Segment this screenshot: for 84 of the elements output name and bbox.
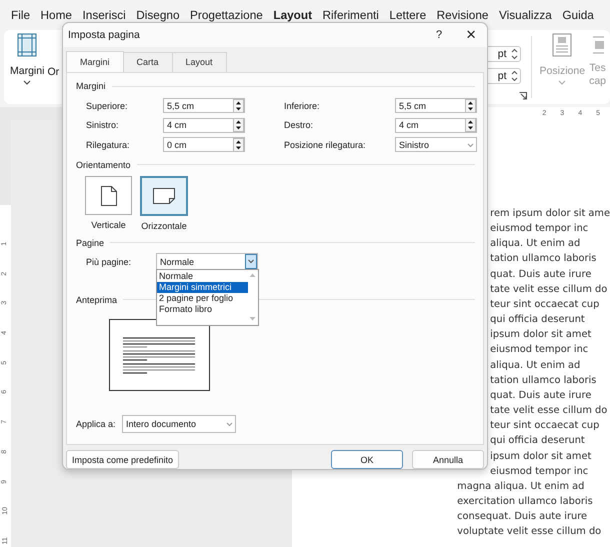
- document-text-line: eiusmod tempor inc: [490, 222, 588, 236]
- dialog-tab[interactable]: Layout: [172, 52, 227, 72]
- field-label: Applica a:: [76, 419, 117, 430]
- section-title: Anteprima: [76, 294, 118, 305]
- document-text-line: eiusmod tempor inc: [490, 343, 588, 358]
- menu-tab[interactable]: Riferimenti: [322, 8, 379, 22]
- menu-tab[interactable]: Revisione: [436, 8, 488, 22]
- spin-field[interactable]: 5,5 cm: [163, 98, 245, 113]
- field-label: Sinistro:: [86, 120, 120, 130]
- document-text-line: magna aliqua. Ut enim ad: [457, 480, 584, 494]
- orientation-option[interactable]: [140, 176, 188, 216]
- dropdown-option[interactable]: Formato libro: [157, 304, 248, 314]
- dropdown-field[interactable]: Normale: [156, 253, 258, 270]
- field-label: Più pagine:: [86, 256, 132, 268]
- menu-tab[interactable]: Inserisci: [82, 8, 126, 22]
- spinner-icon: [510, 48, 518, 60]
- spinner-icon[interactable]: [465, 98, 476, 112]
- menu-tab[interactable]: Visualizza: [498, 8, 552, 22]
- orientation-button[interactable]: Or: [47, 66, 60, 78]
- document-text-line: aliqua. Ut enim ad: [490, 237, 580, 252]
- menu-tab[interactable]: Home: [40, 8, 72, 22]
- document-text-line: ipsum dolor sit amet: [490, 328, 592, 342]
- document-text-line: tate velit esse cillum do: [490, 404, 608, 418]
- document-text-line: quat. Duis aute irure: [490, 388, 592, 403]
- dropdown-option[interactable]: 2 pagine per foglio: [157, 292, 248, 304]
- menu-tab[interactable]: Layout: [273, 8, 312, 22]
- margins-icon: [17, 33, 38, 57]
- orientation-option[interactable]: [85, 176, 132, 216]
- document-text-line: ipsum dolor sit amet: [490, 450, 592, 464]
- section-title: Pagine: [76, 238, 104, 248]
- close-button[interactable]: ×: [466, 24, 476, 45]
- menu-tab[interactable]: File: [11, 8, 30, 22]
- chevron-icon: [558, 80, 566, 85]
- dialog-button[interactable]: Annulla: [412, 450, 484, 469]
- page-position-icon: [552, 33, 572, 57]
- document-text-line: tation ullamco laboris: [490, 374, 596, 388]
- margins-button[interactable]: Margini: [4, 33, 48, 85]
- dropdown-field[interactable]: Sinistro: [395, 137, 477, 152]
- dialog-tab[interactable]: Margini: [66, 50, 124, 72]
- document-text-line: qui officia deserunt: [490, 434, 585, 448]
- menu-tab[interactable]: Disegno: [136, 8, 180, 22]
- document-text-line: teur sint occaecat cup: [490, 419, 600, 434]
- field-label: Rilegatura:: [86, 140, 131, 150]
- dialog-launcher-icon[interactable]: [518, 92, 527, 100]
- field-label: Destro:: [284, 120, 314, 130]
- help-button[interactable]: ?: [436, 28, 442, 41]
- dropdown-field[interactable]: Intero documento: [122, 415, 236, 434]
- spinner-icon[interactable]: [233, 118, 244, 132]
- portrait-page-icon: [100, 186, 116, 206]
- spin-field[interactable]: 5,5 cm: [395, 98, 477, 113]
- dropdown-option[interactable]: Normale: [157, 271, 248, 282]
- dialog-button[interactable]: Imposta come predefinito: [66, 450, 179, 469]
- document-text-line: eiusmod tempor inc: [490, 464, 588, 479]
- chevron-icon: [23, 80, 32, 85]
- document-text-line: qui officia deserunt: [490, 313, 585, 328]
- document-text-line: quat. Duis aute irure: [490, 268, 592, 282]
- landscape-page-icon: [153, 188, 175, 204]
- document-text-line: voluptate velit esse cillum do: [457, 525, 602, 540]
- chevron-icon[interactable]: [245, 254, 257, 270]
- document-text-line: exercitation ullamco laboris: [457, 494, 593, 509]
- section-title: Margini: [76, 81, 106, 92]
- menu-tab[interactable]: Lettere: [389, 8, 426, 22]
- document-text-line: tate velit esse cillum do: [490, 282, 608, 297]
- spin-field[interactable]: 4 cm: [395, 118, 477, 132]
- document-text-line: rem ipsum dolor sit ame: [490, 207, 610, 221]
- document-text-line: consequat. Duis aute irure: [457, 510, 588, 524]
- orientation-label: Verticale: [91, 220, 126, 230]
- spinner-icon: [510, 70, 518, 82]
- document-text-line: aliqua. Ut enim ad: [490, 358, 580, 373]
- field-label: Posizione rilegatura:: [284, 140, 367, 150]
- spinner-icon[interactable]: [465, 118, 476, 132]
- document-text-line: teur sint occaecat cup: [490, 298, 600, 312]
- spinner-icon[interactable]: [233, 98, 244, 112]
- menu-tab[interactable]: Guida: [562, 8, 594, 22]
- orientation-label: Orizzontale: [141, 221, 187, 232]
- menu-tab[interactable]: Progettazione: [190, 8, 263, 22]
- dialog-button[interactable]: OK: [331, 450, 403, 469]
- spinner-icon[interactable]: [233, 138, 244, 152]
- section-title: Orientamento: [76, 160, 131, 170]
- dialog-title: Imposta pagina: [68, 28, 141, 41]
- document-text-line: tation ullamco laboris: [490, 252, 596, 266]
- spin-field[interactable]: 4 cm: [163, 118, 245, 132]
- dropdown-option[interactable]: Margini simmetrici: [157, 282, 248, 293]
- spin-field[interactable]: 0 cm: [163, 137, 245, 152]
